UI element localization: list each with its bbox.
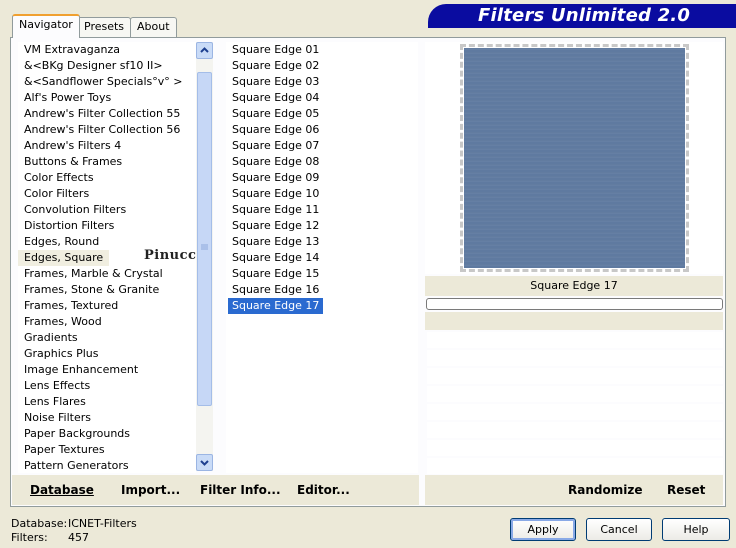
category-item[interactable]: Alf's Power Toys bbox=[18, 90, 196, 106]
control-row bbox=[427, 386, 723, 402]
filter-item[interactable]: Square Edge 09 bbox=[226, 170, 418, 186]
category-item[interactable]: Frames, Wood bbox=[18, 314, 196, 330]
filter-item[interactable]: Square Edge 13 bbox=[226, 234, 418, 250]
progress-bar bbox=[426, 298, 723, 310]
filter-item[interactable]: Square Edge 11 bbox=[226, 202, 418, 218]
category-item[interactable]: Edges, Square bbox=[18, 250, 110, 266]
filter-info-button[interactable]: Filter Info... bbox=[200, 483, 281, 497]
category-item[interactable]: Paper Textures bbox=[18, 442, 196, 458]
database-status-label: Database: bbox=[11, 517, 68, 530]
category-item[interactable]: Color Effects bbox=[18, 170, 196, 186]
grip-icon bbox=[201, 244, 208, 250]
filter-item[interactable]: Square Edge 05 bbox=[226, 106, 418, 122]
category-item[interactable]: Image Enhancement bbox=[18, 362, 196, 378]
category-item[interactable]: Lens Effects bbox=[18, 378, 196, 394]
apply-button[interactable]: Apply bbox=[510, 518, 576, 541]
filter-item[interactable]: Square Edge 01 bbox=[226, 42, 418, 58]
randomize-button[interactable]: Randomize bbox=[568, 483, 642, 497]
database-button[interactable]: Database bbox=[30, 483, 94, 497]
control-row bbox=[427, 350, 723, 366]
preview-filter-name: Square Edge 17 bbox=[425, 276, 723, 296]
category-item[interactable]: Buttons & Frames bbox=[18, 154, 196, 170]
reset-label: Reset bbox=[667, 483, 706, 497]
tab-about[interactable]: About bbox=[130, 17, 177, 37]
filter-item[interactable]: Square Edge 10 bbox=[226, 186, 418, 202]
filter-item[interactable]: Square Edge 15 bbox=[226, 266, 418, 282]
editor-label: Editor... bbox=[297, 483, 350, 497]
filters-count-label: Filters: bbox=[11, 531, 48, 544]
category-item[interactable]: Distortion Filters bbox=[18, 218, 196, 234]
category-item[interactable]: Noise Filters bbox=[18, 410, 196, 426]
reset-button[interactable]: Reset bbox=[667, 483, 705, 497]
database-status-value: ICNET-Filters bbox=[68, 517, 137, 530]
chevron-up-icon bbox=[200, 47, 209, 53]
banner-title: Filters Unlimited 2.0 bbox=[478, 5, 691, 26]
category-item[interactable]: Pattern Generators bbox=[18, 458, 196, 473]
filter-item[interactable]: Square Edge 04 bbox=[226, 90, 418, 106]
filters-count-value: 457 bbox=[68, 531, 89, 544]
category-item[interactable]: Gradients bbox=[18, 330, 196, 346]
filter-item[interactable]: Square Edge 08 bbox=[226, 154, 418, 170]
control-row bbox=[427, 458, 723, 474]
control-strip bbox=[425, 312, 723, 330]
control-row bbox=[427, 440, 723, 456]
control-row bbox=[427, 422, 723, 438]
filter-item[interactable]: Square Edge 03 bbox=[226, 74, 418, 90]
filter-item[interactable]: Square Edge 06 bbox=[226, 122, 418, 138]
category-item[interactable]: Andrew's Filter Collection 56 bbox=[18, 122, 196, 138]
control-row bbox=[427, 368, 723, 384]
category-item[interactable]: &<Sandflower Specials°v° > bbox=[18, 74, 196, 90]
preview-frame bbox=[460, 44, 689, 272]
filter-item[interactable]: Square Edge 02 bbox=[226, 58, 418, 74]
control-row bbox=[427, 332, 723, 348]
category-item[interactable]: Lens Flares bbox=[18, 394, 196, 410]
category-item[interactable]: Frames, Textured bbox=[18, 298, 196, 314]
category-item[interactable]: Frames, Stone & Granite bbox=[18, 282, 196, 298]
category-item[interactable]: VM Extravaganza bbox=[18, 42, 196, 58]
category-item[interactable]: Convolution Filters bbox=[18, 202, 196, 218]
preview-area bbox=[425, 42, 723, 274]
filter-item[interactable]: Square Edge 14 bbox=[226, 250, 418, 266]
filter-info-label: Filter Info... bbox=[200, 483, 281, 497]
scroll-down-button[interactable] bbox=[196, 454, 213, 471]
category-item[interactable]: Frames, Marble & Crystal bbox=[18, 266, 196, 282]
preview-image bbox=[464, 48, 685, 268]
filter-item[interactable]: Square Edge 07 bbox=[226, 138, 418, 154]
category-item[interactable]: Paper Backgrounds bbox=[18, 426, 196, 442]
filter-item[interactable]: Square Edge 16 bbox=[226, 282, 418, 298]
cancel-button[interactable]: Cancel bbox=[586, 518, 652, 541]
editor-button[interactable]: Editor... bbox=[297, 483, 350, 497]
import-label: Import... bbox=[121, 483, 181, 497]
category-item[interactable]: &<BKg Designer sf10 II> bbox=[18, 58, 196, 74]
category-item[interactable]: Andrew's Filter Collection 55 bbox=[18, 106, 196, 122]
import-button[interactable]: Import... bbox=[121, 483, 180, 497]
database-label: Database bbox=[30, 483, 94, 497]
scroll-up-button[interactable] bbox=[196, 42, 213, 59]
chevron-down-icon bbox=[200, 460, 209, 466]
category-scrollbar[interactable] bbox=[196, 42, 213, 471]
filter-list[interactable]: Square Edge 01 Square Edge 02 Square Edge … bbox=[226, 42, 418, 473]
category-item[interactable]: Color Filters bbox=[18, 186, 196, 202]
control-row bbox=[427, 404, 723, 420]
tab-presets[interactable]: Presets bbox=[77, 17, 132, 37]
category-item[interactable]: Andrew's Filters 4 bbox=[18, 138, 196, 154]
filter-item[interactable]: Square Edge 12 bbox=[226, 218, 418, 234]
scroll-thumb[interactable] bbox=[197, 72, 212, 406]
filter-item[interactable]: Square Edge 17 bbox=[228, 298, 324, 314]
tab-navigator[interactable]: Navigator bbox=[12, 14, 80, 38]
help-button[interactable]: Help bbox=[662, 518, 730, 541]
randomize-label: Randomize bbox=[568, 483, 643, 497]
category-item[interactable]: Graphics Plus bbox=[18, 346, 196, 362]
